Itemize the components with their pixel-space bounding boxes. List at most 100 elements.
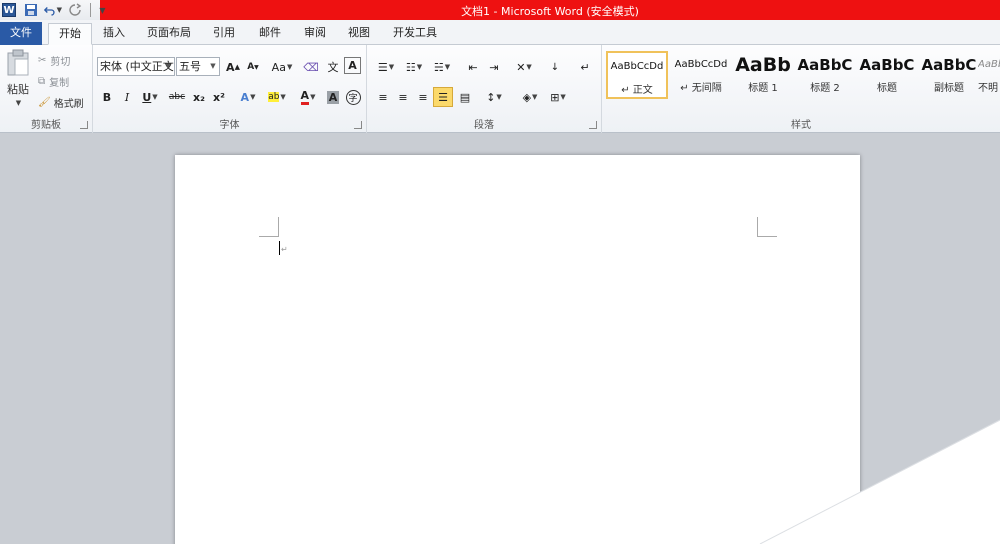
- sort-button[interactable]: ↓: [545, 57, 565, 77]
- tab-references[interactable]: 引用: [206, 23, 242, 45]
- copy-icon: ⧉: [38, 76, 46, 87]
- style-subtitle[interactable]: AaBbC 副标题: [918, 51, 980, 99]
- window-title: 文档1 - Microsoft Word (安全模式): [461, 5, 639, 18]
- border-icon: ⊞: [550, 90, 560, 104]
- subscript-button[interactable]: x₂: [189, 87, 209, 107]
- tab-review[interactable]: 审阅: [297, 23, 333, 45]
- paragraph-mark: ↵: [281, 245, 288, 254]
- clipboard-launcher[interactable]: [80, 121, 88, 129]
- cut-button[interactable]: ✂ 剪切: [38, 53, 70, 68]
- bullets-button[interactable]: ☰ ▼: [373, 57, 399, 77]
- brush-icon: 🖌: [38, 97, 51, 108]
- show-marks-button[interactable]: ↵: [575, 57, 595, 77]
- align-right-button[interactable]: ≡: [413, 87, 433, 107]
- enclose-char-button[interactable]: 字: [343, 87, 363, 107]
- align-left-icon: ≡: [378, 90, 388, 104]
- asian-layout-button[interactable]: ✕ ▼: [511, 57, 537, 77]
- increase-indent-button[interactable]: ⇥: [484, 57, 504, 77]
- qat-separator: [90, 3, 91, 17]
- align-center-icon: ≡: [398, 90, 408, 104]
- borders-button[interactable]: ⊞ ▼: [545, 87, 571, 107]
- paragraph-group-label: 段落: [474, 120, 494, 131]
- text-effects-button[interactable]: A ▼: [235, 87, 261, 107]
- italic-button[interactable]: I: [117, 87, 137, 107]
- multilevel-list-button[interactable]: ☵ ▼: [429, 57, 455, 77]
- margin-corner-top-left: [259, 217, 279, 237]
- asian-layout-icon: ✕: [516, 60, 526, 74]
- shrink-font-button[interactable]: A ▼: [243, 57, 263, 77]
- line-spacing-icon: ↕: [486, 90, 496, 104]
- tab-developer[interactable]: 开发工具: [386, 23, 444, 45]
- decrease-indent-icon: ⇤: [468, 60, 478, 74]
- justify-button[interactable]: ☰: [433, 87, 453, 107]
- paste-button[interactable]: 粘贴 ▼: [4, 49, 32, 115]
- paste-icon: [7, 49, 29, 76]
- style-heading-1[interactable]: AaBb 标题 1: [732, 51, 794, 99]
- align-right-icon: ≡: [418, 90, 428, 104]
- grow-font-button[interactable]: A ▲: [223, 57, 243, 77]
- font-size-combo[interactable]: 五号 ▼: [176, 57, 220, 76]
- clear-format-icon[interactable]: ⌫: [301, 57, 321, 77]
- bold-button[interactable]: B: [97, 87, 117, 107]
- style-no-spacing[interactable]: AaBbCcDd ↵ 无间隔: [670, 51, 732, 99]
- align-center-button[interactable]: ≡: [393, 87, 413, 107]
- paste-label: 粘贴: [7, 83, 29, 96]
- text-caret: [279, 241, 280, 255]
- styles-group-label: 样式: [791, 120, 811, 131]
- paragraph-group: ☰ ▼ ☷ ▼ ☵ ▼ ⇤ ⇥ ✕ ▼ ↓ ↵ ≡ ≡ ≡ ☰ ▤ ↕ ▼ ◈ ▼ ⊞ ▼ 段…: [367, 45, 602, 133]
- clipboard-group-label: 剪贴板: [31, 120, 61, 131]
- tab-home[interactable]: 开始: [48, 23, 92, 45]
- underline-button[interactable]: U ▼: [137, 87, 163, 107]
- margin-corner-top-right: [757, 217, 777, 237]
- style-subtle[interactable]: AaBbC 不明: [978, 51, 1000, 99]
- justify-icon: ☰: [438, 90, 448, 104]
- increase-indent-icon: ⇥: [489, 60, 499, 74]
- sort-icon: ↓: [550, 61, 560, 73]
- word-app-icon[interactable]: W: [0, 1, 18, 19]
- align-left-button[interactable]: ≡: [373, 87, 393, 107]
- strikethrough-button[interactable]: abc: [167, 87, 187, 107]
- highlight-button[interactable]: ab ▼: [263, 87, 291, 107]
- char-shading-button[interactable]: A: [323, 87, 343, 107]
- style-normal[interactable]: AaBbCcDd ↵ 正文: [606, 51, 668, 99]
- decrease-indent-button[interactable]: ⇤: [463, 57, 483, 77]
- tab-mailings[interactable]: 邮件: [252, 23, 288, 45]
- quick-access-toolbar: W ▼ ▼: [0, 0, 115, 20]
- format-painter-button[interactable]: 🖌 格式刷: [38, 95, 84, 110]
- save-icon[interactable]: [22, 1, 40, 19]
- undo-icon[interactable]: ▼: [44, 1, 62, 19]
- numbering-button[interactable]: ☷ ▼: [401, 57, 427, 77]
- styles-group: AaBbCcDd ↵ 正文 AaBbCcDd ↵ 无间隔 AaBb 标题 1 A…: [602, 45, 1000, 133]
- superscript-button[interactable]: x²: [209, 87, 229, 107]
- copy-button[interactable]: ⧉ 复制: [38, 74, 69, 89]
- char-border-button[interactable]: A: [344, 57, 361, 74]
- distributed-icon: ▤: [459, 90, 471, 104]
- multilevel-list-icon: ☵: [433, 60, 444, 74]
- font-color-button[interactable]: A ▼: [295, 87, 321, 107]
- shading-button[interactable]: ◈ ▼: [517, 87, 543, 107]
- distributed-button[interactable]: ▤: [455, 87, 475, 107]
- font-name-combo[interactable]: 宋体 (中文正文) ▼: [97, 57, 175, 76]
- bullets-icon: ☰: [377, 60, 388, 74]
- font-group: 宋体 (中文正文) ▼ 五号 ▼ A ▲ A ▼ Aa ▼ ⌫ 文 A B I U ▼ ab…: [93, 45, 367, 133]
- line-spacing-button[interactable]: ↕ ▼: [481, 87, 507, 107]
- tab-page-layout[interactable]: 页面布局: [140, 23, 198, 45]
- tab-view[interactable]: 视图: [341, 23, 377, 45]
- redo-icon[interactable]: [66, 1, 84, 19]
- customize-qat-icon[interactable]: ▼: [93, 1, 111, 19]
- change-case-button[interactable]: Aa ▼: [269, 57, 295, 77]
- tab-insert[interactable]: 插入: [96, 23, 132, 45]
- paint-bucket-icon: ◈: [522, 90, 532, 104]
- title-bar: 文档1 - Microsoft Word (安全模式) W ▼ ▼: [0, 0, 1000, 20]
- pilcrow-icon: ↵: [580, 60, 590, 74]
- style-title[interactable]: AaBbC 标题: [856, 51, 918, 99]
- ribbon: 粘贴 ▼ ✂ 剪切 ⧉ 复制 🖌 格式刷 剪贴板 宋体 (中文正文) ▼ 五号 ▼ A ▲ …: [0, 45, 1000, 133]
- tab-file[interactable]: 文件: [0, 22, 42, 45]
- font-group-label: 字体: [219, 120, 240, 131]
- style-heading-2[interactable]: AaBbC 标题 2: [794, 51, 856, 99]
- ribbon-tabs: 文件 开始 插入 页面布局 引用 邮件 审阅 视图 开发工具: [0, 20, 1000, 45]
- font-launcher[interactable]: [354, 121, 362, 129]
- phonetic-guide-button[interactable]: 文: [323, 57, 343, 77]
- document-page[interactable]: ↵: [175, 155, 860, 544]
- paragraph-launcher[interactable]: [589, 121, 597, 129]
